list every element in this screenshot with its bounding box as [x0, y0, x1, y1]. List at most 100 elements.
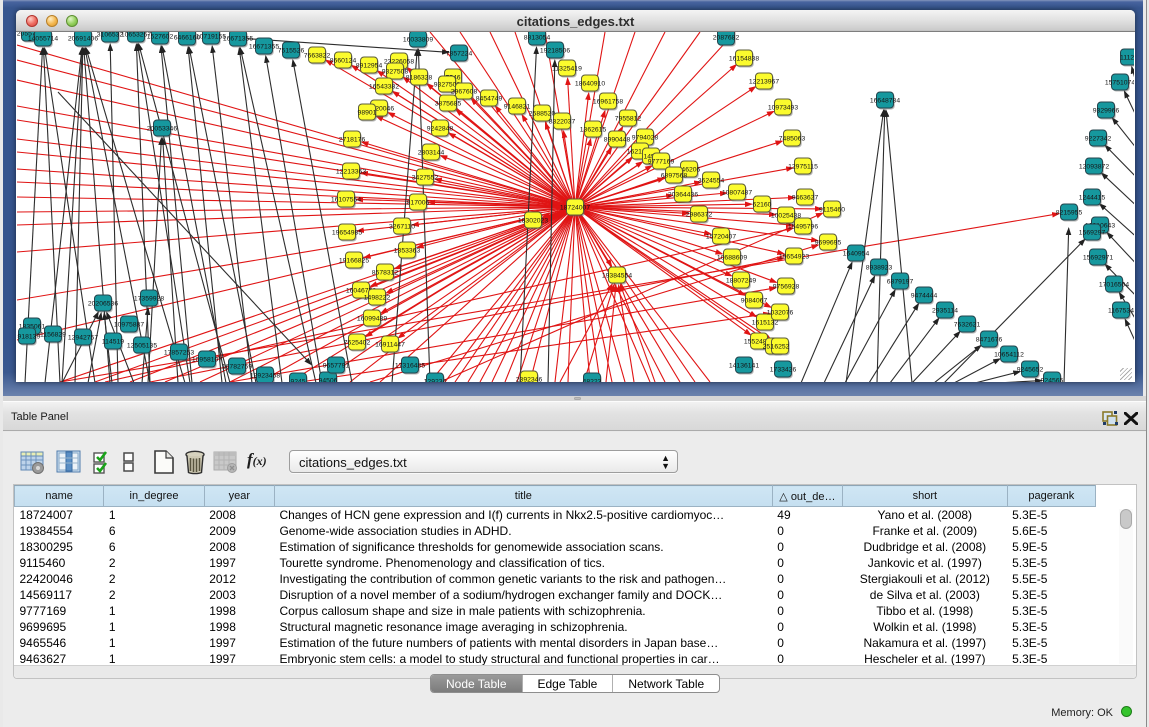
svg-text:9699695: 9699695 — [815, 239, 842, 246]
svg-text:2803144: 2803144 — [418, 149, 445, 156]
svg-text:10807487: 10807487 — [722, 189, 752, 196]
svg-text:10719155: 10719155 — [196, 33, 226, 40]
svg-text:16543382: 16543382 — [369, 83, 399, 90]
svg-text:3875685: 3875685 — [435, 100, 462, 107]
svg-text:9329966: 9329966 — [1093, 107, 1120, 114]
svg-text:10958107: 10958107 — [192, 356, 222, 363]
svg-text:9242848: 9242848 — [427, 125, 454, 132]
svg-text:19384554: 19384554 — [602, 272, 632, 279]
svg-text:2986372: 2986372 — [686, 211, 713, 218]
svg-text:98901: 98901 — [358, 109, 377, 116]
svg-text:8322037: 8322037 — [549, 118, 576, 125]
svg-text:18807249: 18807249 — [726, 277, 756, 284]
svg-text:8471676: 8471676 — [976, 336, 1003, 343]
svg-text:817006: 817006 — [407, 199, 430, 206]
svg-text:9777169: 9777169 — [648, 158, 675, 165]
svg-text:9146821: 9146821 — [504, 103, 531, 110]
svg-text:9084067: 9084067 — [741, 297, 768, 304]
svg-text:1569297: 1569297 — [1079, 229, 1106, 236]
svg-text:10654112: 10654112 — [994, 351, 1024, 358]
svg-text:14055714: 14055714 — [28, 35, 58, 42]
svg-text:12213363: 12213363 — [336, 168, 366, 175]
svg-text:3918139: 3918139 — [17, 333, 40, 340]
svg-text:11123: 11123 — [1120, 54, 1134, 61]
svg-text:17857253: 17857253 — [164, 349, 194, 356]
svg-text:7663822: 7663822 — [304, 52, 331, 59]
svg-text:12093872: 12093872 — [1079, 163, 1109, 170]
svg-text:9474444: 9474444 — [911, 292, 938, 299]
svg-text:8660124: 8660124 — [330, 57, 357, 64]
svg-text:20691406: 20691406 — [68, 35, 98, 42]
svg-text:15720407: 15720407 — [706, 233, 736, 240]
svg-text:16782759: 16782759 — [222, 363, 252, 370]
svg-text:17316485: 17316485 — [395, 362, 425, 369]
svg-text:16252: 16252 — [771, 343, 790, 350]
svg-text:20053346: 20053346 — [147, 125, 177, 132]
svg-text:17016504: 17016504 — [1099, 281, 1129, 288]
svg-text:11325419: 11325419 — [552, 65, 582, 72]
svg-text:2392346: 2392346 — [516, 376, 543, 382]
svg-text:16154838: 16154838 — [729, 55, 759, 62]
svg-text:16911447: 16911447 — [375, 341, 405, 348]
svg-text:2087682: 2087682 — [713, 34, 740, 41]
svg-text:1733426: 1733426 — [770, 366, 797, 373]
svg-text:2588520: 2588520 — [529, 110, 556, 117]
svg-text:7625402: 7625402 — [344, 339, 371, 346]
svg-text:12923468: 12923468 — [250, 372, 280, 379]
svg-text:2718176: 2718176 — [339, 136, 366, 143]
svg-text:18640910: 18640910 — [575, 80, 605, 87]
svg-text:1032076: 1032076 — [767, 309, 794, 316]
svg-text:2935114: 2935114 — [932, 307, 958, 314]
svg-text:129234: 129234 — [424, 378, 447, 382]
svg-text:3267110: 3267110 — [389, 223, 415, 230]
svg-text:16671355: 16671355 — [249, 43, 279, 50]
svg-text:12213967: 12213967 — [749, 78, 779, 85]
svg-text:94506: 94506 — [319, 377, 338, 382]
svg-text:924565: 924565 — [1041, 377, 1064, 382]
svg-text:9463627: 9463627 — [792, 194, 819, 201]
svg-text:9227342: 9227342 — [1085, 135, 1112, 142]
svg-text:16033809: 16033809 — [403, 36, 433, 43]
svg-text:1156829: 1156829 — [40, 331, 66, 338]
svg-text:6879197: 6879197 — [887, 278, 914, 285]
svg-text:12975115: 12975115 — [788, 163, 818, 170]
svg-text:62160: 62160 — [753, 201, 772, 208]
svg-text:14136141: 14136141 — [729, 362, 759, 369]
svg-text:15495796: 15495796 — [788, 223, 818, 230]
svg-text:9115460: 9115460 — [819, 206, 845, 213]
svg-text:1353363: 1353363 — [394, 247, 421, 254]
svg-text:20364436: 20364436 — [668, 191, 698, 198]
svg-text:9245: 9245 — [290, 378, 305, 382]
svg-text:10973493: 10973493 — [768, 104, 798, 111]
svg-text:16671355: 16671355 — [223, 35, 253, 42]
svg-text:15692971: 15692971 — [1083, 254, 1113, 261]
svg-text:12505135: 12505135 — [127, 342, 157, 349]
svg-text:19218506: 19218506 — [540, 47, 570, 54]
svg-text:7515526: 7515526 — [278, 47, 305, 54]
svg-text:1167534: 1167534 — [1108, 307, 1134, 314]
svg-text:8938923: 8938923 — [866, 264, 893, 271]
svg-text:16107554: 16107554 — [331, 196, 361, 203]
svg-text:6897568: 6897568 — [661, 172, 688, 179]
svg-text:9657791: 9657791 — [323, 362, 350, 369]
svg-text:8578312: 8578312 — [372, 269, 399, 276]
svg-text:8186328: 8186328 — [406, 74, 433, 81]
svg-text:16961758: 16961758 — [593, 98, 623, 105]
svg-text:9756928: 9756928 — [773, 283, 800, 290]
svg-text:7955812: 7955812 — [615, 115, 642, 122]
svg-text:16099489: 16099489 — [357, 315, 387, 322]
svg-text:3427552: 3427552 — [412, 174, 439, 181]
svg-text:7632621: 7632621 — [954, 321, 981, 328]
svg-text:10975887: 10975887 — [114, 321, 144, 328]
svg-text:8813054: 8813054 — [524, 34, 551, 41]
svg-text:9245652: 9245652 — [1017, 366, 1044, 373]
svg-text:114519: 114519 — [102, 338, 124, 345]
svg-text:2967608: 2967608 — [451, 88, 478, 95]
svg-text:7857224: 7857224 — [446, 50, 473, 57]
svg-text:9794028: 9794028 — [632, 134, 659, 141]
svg-text:17359928: 17359928 — [134, 295, 164, 302]
svg-text:20206536: 20206536 — [88, 300, 118, 307]
svg-text:18302023: 18302023 — [518, 217, 548, 224]
svg-text:8990448: 8990448 — [604, 136, 631, 143]
svg-text:1640954: 1640954 — [843, 250, 870, 257]
